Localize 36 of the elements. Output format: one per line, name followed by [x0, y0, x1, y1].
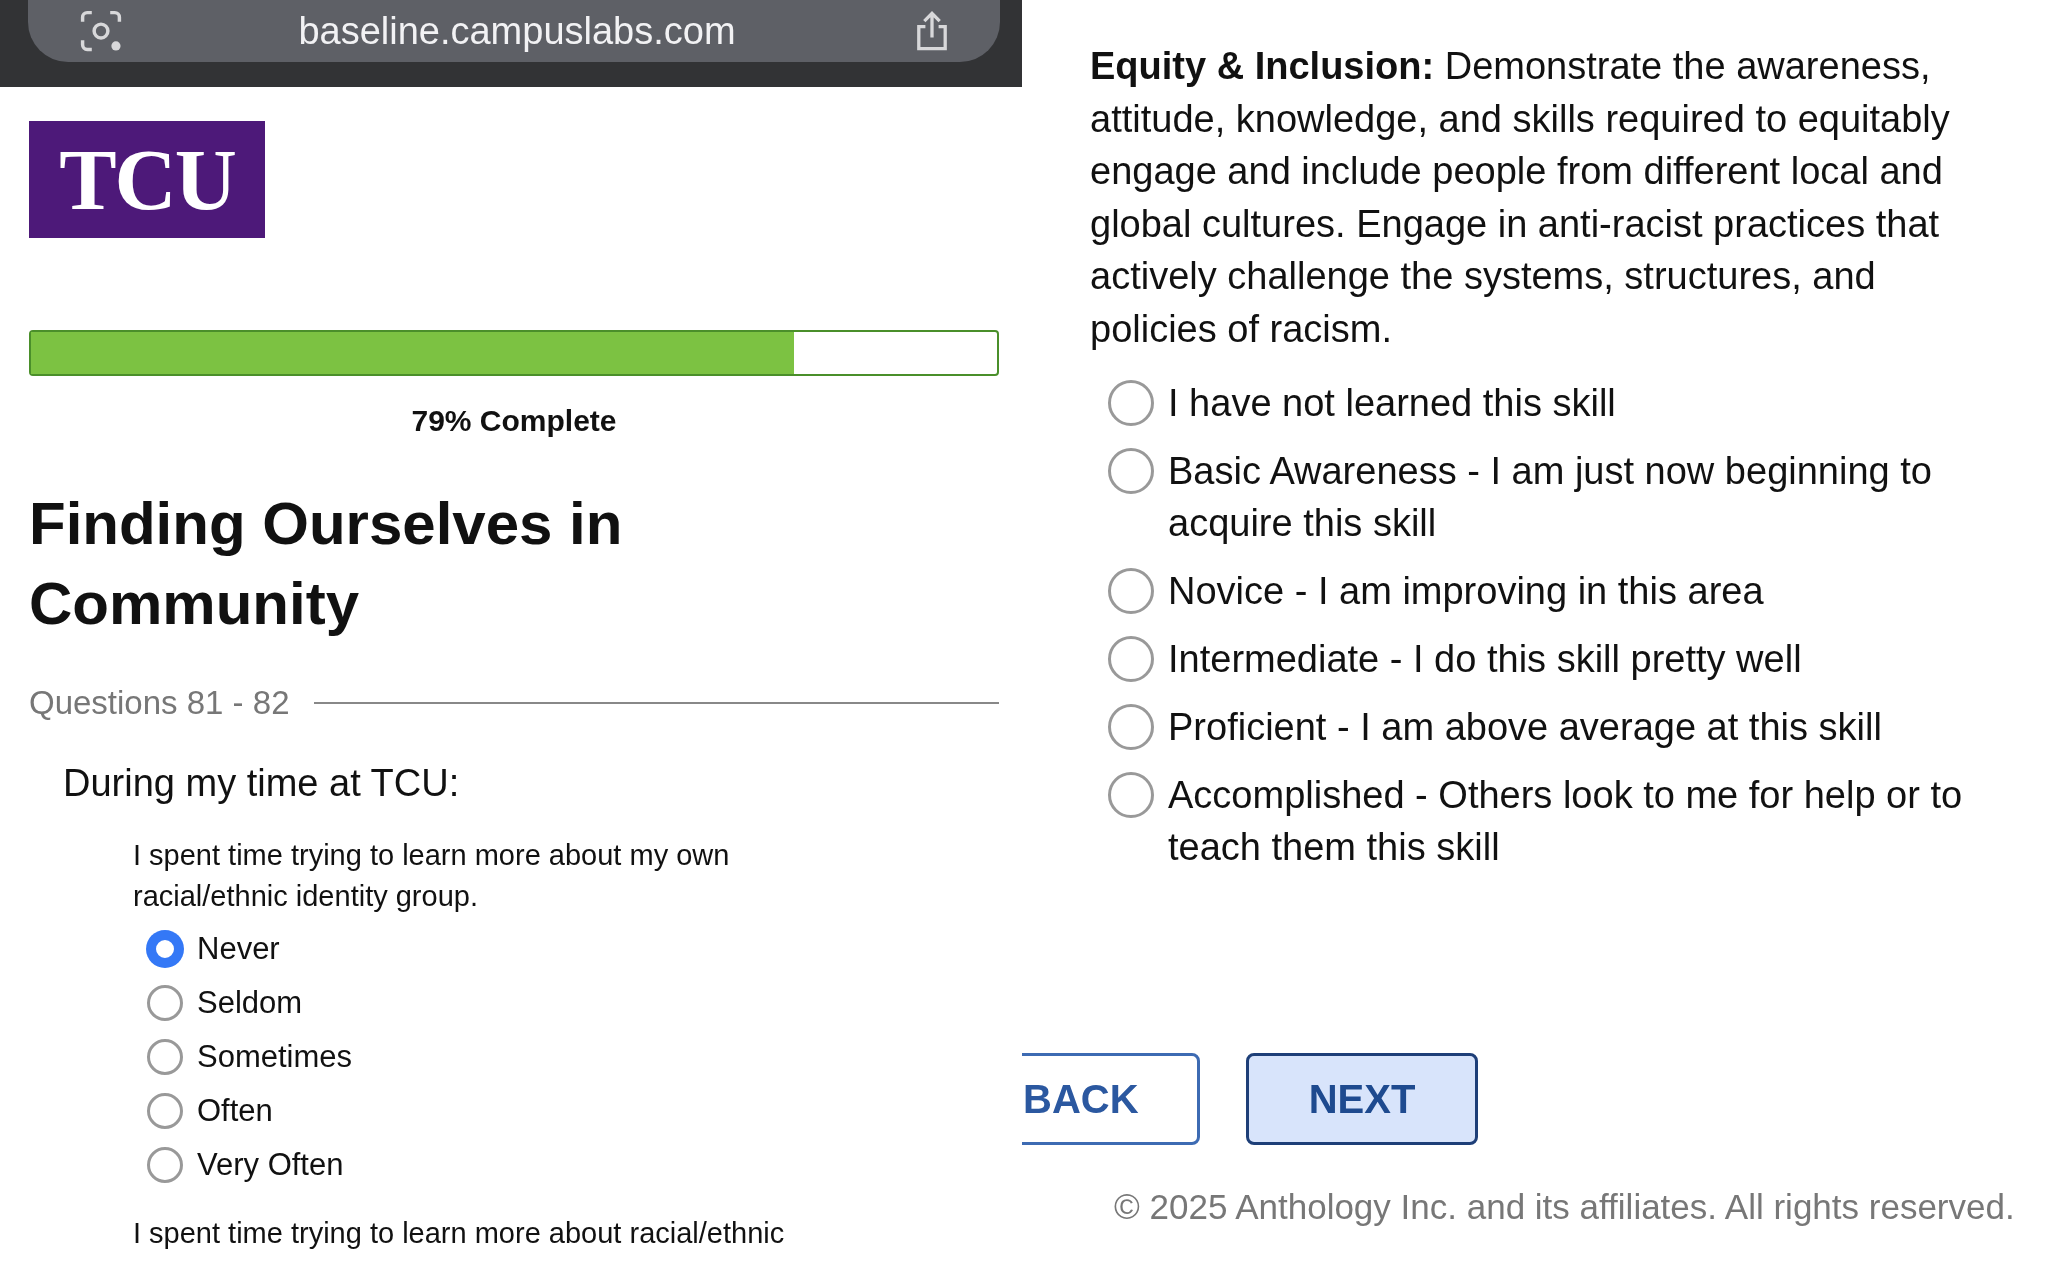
option-label[interactable]: Novice - I am improving in this area [1168, 565, 2028, 617]
questions-range: Questions 81 - 82 [29, 684, 290, 722]
address-bar[interactable]: baseline.campuslabs.com [28, 0, 1000, 62]
next-button[interactable]: NEXT [1246, 1053, 1478, 1145]
url-text: baseline.campuslabs.com [298, 9, 736, 53]
back-button[interactable]: BACK [1022, 1053, 1200, 1145]
progress-label: 79% Complete [410, 404, 618, 438]
radio-button[interactable] [147, 1147, 183, 1183]
radio-button[interactable] [1108, 772, 1154, 818]
radio-button[interactable] [1108, 448, 1154, 494]
radio-button[interactable] [147, 1093, 183, 1129]
option-label[interactable]: I have not learned this skill [1168, 377, 2028, 429]
camera-scan-icon[interactable] [78, 8, 124, 54]
question-text: I spent time trying to learn more about my own racial/ethnic identity group. [133, 838, 731, 914]
option-label[interactable]: Accomplished - Others look to me for help or to teach them this skill [1168, 769, 2028, 873]
question-text: I spent time trying to learn more about racial/ethnic [133, 1216, 786, 1251]
option-label[interactable]: Seldom [197, 985, 303, 1021]
radio-button[interactable] [147, 931, 183, 967]
survey-title: Finding Ourselves in Community [29, 489, 624, 639]
competency-description: Equity & Inclusion: Demonstrate the awareness, attitude, knowledge, and skills required to equitably engage and include people from different local and global cultures. Engage in anti-racist practices that actively challenge the systems, structures, and policies of racism. [1090, 44, 1951, 352]
option-label[interactable]: Basic Awareness - I am just now beginning to acquire this skill [1168, 445, 2028, 549]
radio-button[interactable] [147, 985, 183, 1021]
question-prompt: During my time at TCU: [63, 762, 461, 805]
option-label[interactable]: Intermediate - I do this skill pretty well [1168, 633, 2028, 685]
option-label[interactable]: Sometimes [197, 1039, 353, 1075]
radio-button[interactable] [1108, 380, 1154, 426]
radio-button[interactable] [147, 1039, 183, 1075]
radio-button[interactable] [1108, 636, 1154, 682]
option-label[interactable]: Proficient - I am above average at this skill [1168, 701, 2028, 753]
copyright-text: © 2025 Anthology Inc. and its affiliates. All rights reserved. [1114, 1187, 2016, 1227]
radio-button[interactable] [1108, 704, 1154, 750]
radio-button[interactable] [1108, 568, 1154, 614]
option-label[interactable]: Often [197, 1093, 273, 1129]
university-logo: TCU [29, 121, 265, 238]
option-label[interactable]: Never [197, 931, 280, 967]
option-label[interactable]: Very Often [197, 1147, 344, 1183]
